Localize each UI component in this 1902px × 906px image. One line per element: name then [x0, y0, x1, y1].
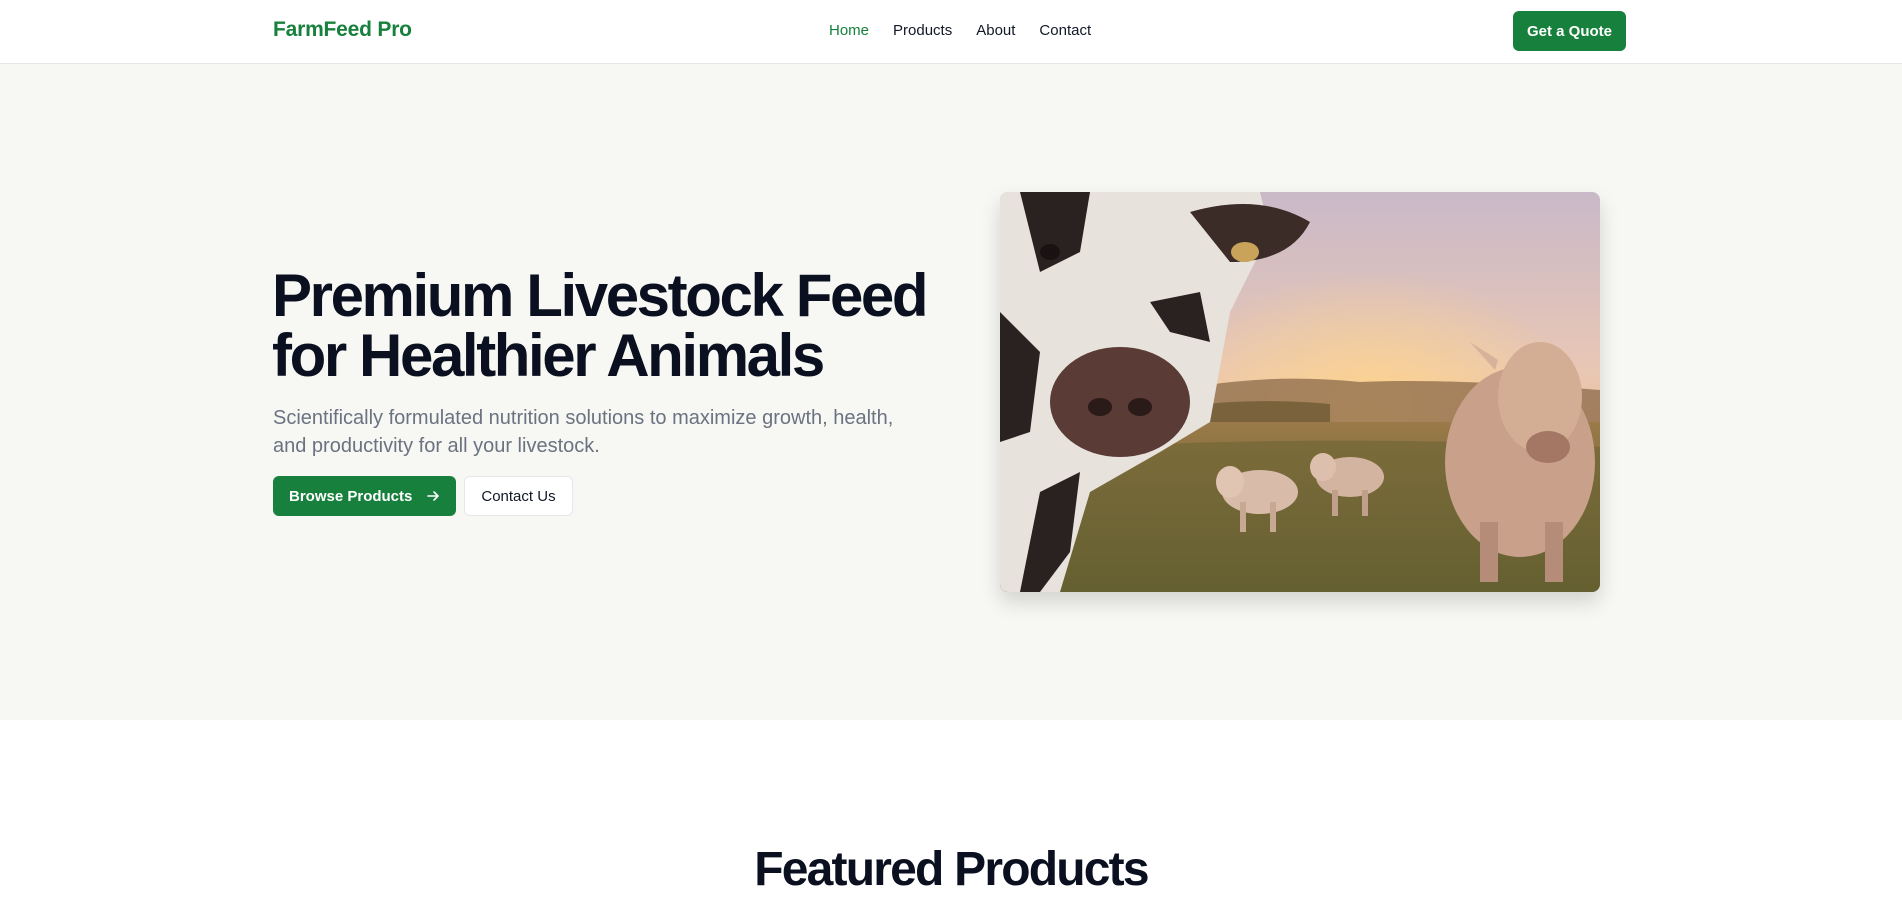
hero-button-row: Browse Products Contact Us [273, 476, 573, 516]
main-nav: Home Products About Contact [829, 22, 1091, 39]
get-quote-button[interactable]: Get a Quote [1513, 11, 1626, 51]
featured-products-heading: Featured Products [754, 843, 1149, 896]
cows-photo-illustration [1000, 192, 1600, 592]
hero-title: Premium Livestock Feed for Healthier Ani… [272, 266, 972, 386]
hero-section: Premium Livestock Feed for Healthier Ani… [0, 64, 1902, 720]
browse-products-label: Browse Products [289, 487, 413, 505]
nav-home[interactable]: Home [829, 22, 869, 39]
hero-title-line-1: Premium Livestock Feed [272, 262, 929, 329]
arrow-right-icon [427, 491, 440, 501]
nav-products[interactable]: Products [893, 22, 952, 39]
nav-about[interactable]: About [976, 22, 1015, 39]
nav-contact[interactable]: Contact [1039, 22, 1091, 39]
brand-logo-text[interactable]: FarmFeed Pro [273, 18, 412, 42]
browse-products-button[interactable]: Browse Products [273, 476, 457, 516]
site-header: FarmFeed Pro Home Products About Contact… [0, 0, 1902, 64]
hero-livestock-photo [1000, 192, 1600, 592]
hero-subtitle: Scientifically formulated nutrition solu… [273, 407, 894, 457]
hero-title-line-2: for Healthier Animals [272, 322, 825, 389]
contact-us-button[interactable]: Contact Us [464, 476, 573, 516]
